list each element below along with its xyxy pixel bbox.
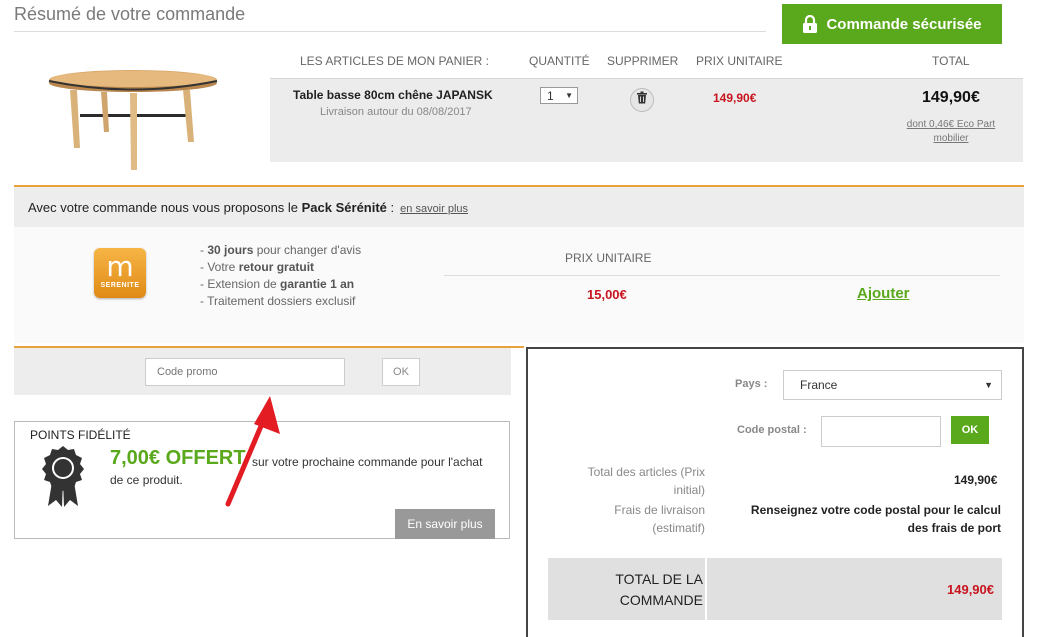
items-total-value: 149,90€ <box>954 473 998 487</box>
col-header-unit-price: PRIX UNITAIRE <box>696 54 783 68</box>
col-header-articles: LES ARTICLES DE MON PANIER : <box>300 54 489 68</box>
quantity-select[interactable]: 1 ▼ <box>540 87 578 104</box>
trash-icon <box>636 91 648 109</box>
loyalty-more-button[interactable]: En savoir plus <box>395 509 495 539</box>
grand-total-label-line2: COMMANDE <box>619 592 703 608</box>
product-image <box>46 66 222 177</box>
shipping-label-line1: Frais de livraison <box>614 503 705 517</box>
pack-name: Pack Sérénité <box>301 200 387 215</box>
item-total-price: 149,90€ <box>922 89 980 106</box>
pack-feature-bold: garantie 1 an <box>280 277 355 291</box>
postal-code-label: Code postal : <box>737 424 807 436</box>
pack-offer-text: Avec votre commande nous vous proposons … <box>28 200 468 215</box>
pack-price: 15,00€ <box>587 287 627 302</box>
product-name[interactable]: Table basse 80cm chêne JAPANSK <box>293 88 493 102</box>
serenite-logo-letter: m <box>106 250 134 283</box>
promo-code-input[interactable] <box>145 358 345 386</box>
serenite-logo-text: SERENITE <box>100 282 140 289</box>
loyalty-title: POINTS FIDÉLITÉ <box>30 428 131 442</box>
chevron-down-icon: ▼ <box>565 91 573 100</box>
red-arrow-annotation <box>218 392 288 513</box>
postal-ok-button[interactable]: OK <box>951 416 989 444</box>
pack-feature: - Traitement dossiers exclusif <box>200 294 355 308</box>
col-header-delete: SUPPRIMER <box>607 54 679 68</box>
items-total-label-line1: Total des articles (Prix <box>587 465 705 479</box>
postal-code-input[interactable] <box>821 416 941 447</box>
pack-feature-pre: - Extension de <box>200 277 281 291</box>
medal-icon <box>40 446 86 513</box>
items-total-label-line2: initial) <box>673 483 705 497</box>
pack-add-button[interactable]: Ajouter <box>857 285 910 302</box>
pack-feature: - Votre retour gratuit <box>200 260 314 274</box>
secure-order-label: Commande sécurisée <box>826 15 982 33</box>
serenite-logo: m SERENITE <box>94 248 146 298</box>
grand-total-label: TOTAL DE LA COMMANDE <box>548 569 703 611</box>
shipping-value: Renseignez votre code postal pour le cal… <box>720 501 1001 537</box>
shipping-value-line1: Renseignez votre code postal pour le cal… <box>750 503 1001 517</box>
pack-colon: : <box>386 200 395 215</box>
secure-order-button[interactable]: Commande sécurisée <box>782 4 1002 44</box>
pack-feature-pre: - Traitement dossiers exclusif <box>200 294 356 308</box>
shipping-label-line2: (estimatif) <box>652 521 705 535</box>
country-value: France <box>800 378 838 392</box>
grand-total-value: 149,90€ <box>947 582 994 597</box>
pack-price-divider <box>444 275 1000 276</box>
promo-ok-button[interactable]: OK <box>382 358 420 386</box>
chevron-down-icon: ▼ <box>984 380 993 390</box>
quantity-value: 1 <box>547 88 554 103</box>
pack-feature: - 30 jours pour changer d'avis <box>200 243 361 257</box>
item-unit-price: 149,90€ <box>713 91 757 105</box>
col-header-total: TOTAL <box>932 54 970 68</box>
title-divider <box>14 31 766 32</box>
pack-feature-bold: 30 jours <box>207 243 254 257</box>
lock-icon <box>802 15 818 33</box>
product-delivery-date: Livraison autour du 08/08/2017 <box>320 106 472 118</box>
country-select[interactable]: France ▼ <box>783 370 1002 400</box>
pack-feature: - Extension de garantie 1 an <box>200 277 354 291</box>
pack-feature-post: pour changer d'avis <box>253 243 362 257</box>
shipping-label: Frais de livraison (estimatif) <box>560 501 705 537</box>
pack-price-header: PRIX UNITAIRE <box>565 251 652 265</box>
pack-intro: Avec votre commande nous vous proposons … <box>28 200 302 215</box>
country-label: Pays : <box>735 378 768 390</box>
delete-item-button[interactable] <box>630 88 654 112</box>
shipping-value-line2: des frais de port <box>907 521 1001 535</box>
page-title: Résumé de votre commande <box>14 4 246 24</box>
col-header-quantity: QUANTITÉ <box>529 54 590 68</box>
eco-part-link[interactable]: dont 0,46€ Eco Part mobilier <box>900 118 1002 146</box>
items-total-label: Total des articles (Prix initial) <box>560 463 705 499</box>
pack-more-link[interactable]: en savoir plus <box>400 203 468 215</box>
pack-feature-pre: - Votre <box>200 260 239 274</box>
grand-total-label-line1: TOTAL DE LA <box>615 571 703 587</box>
loyalty-description-line2: de ce produit. <box>110 473 183 487</box>
pack-feature-bold: retour gratuit <box>238 260 315 274</box>
